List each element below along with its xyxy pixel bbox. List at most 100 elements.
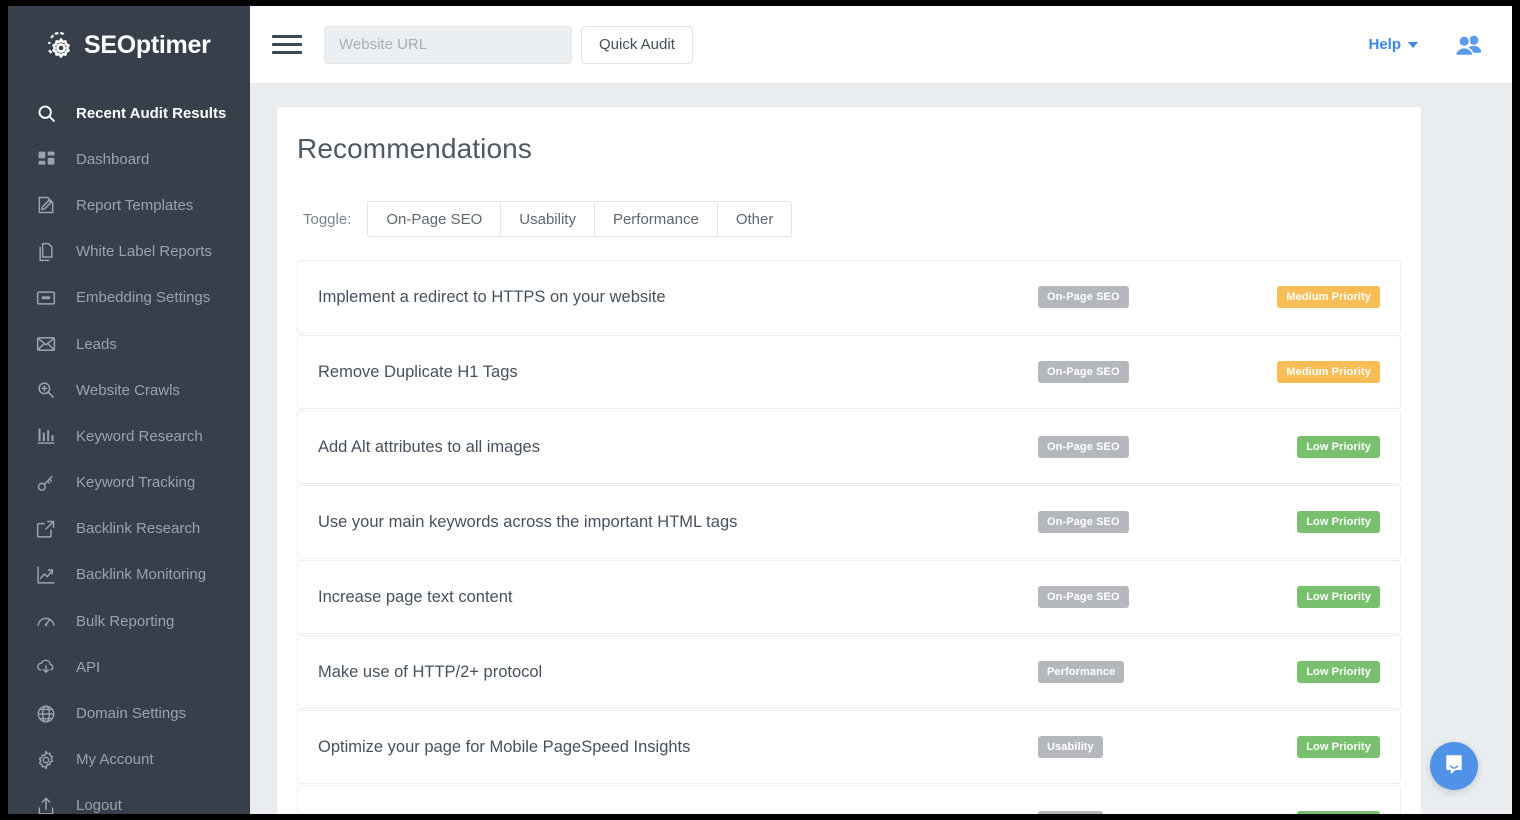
help-label: Help [1368, 36, 1401, 53]
recommendation-row[interactable]: Add Alt attributes to all images On-Page… [297, 410, 1401, 484]
external-link-icon [34, 517, 58, 541]
category-badge: On-Page SEO [1038, 286, 1129, 308]
toggle-other[interactable]: Other [718, 201, 793, 237]
key-icon [34, 471, 58, 495]
app-window: SEOptimer Recent Audit Results Dashboard [8, 6, 1512, 814]
recommendation-row[interactable]: Remove Duplicate H1 Tags On-Page SEO Med… [297, 335, 1401, 409]
edit-document-icon [34, 193, 58, 217]
category-badge: On-Page SEO [1038, 436, 1129, 458]
topbar-right: Help [1368, 33, 1484, 57]
sidebar-item-label: Backlink Research [76, 520, 200, 537]
users-group-icon[interactable] [1454, 33, 1484, 57]
sidebar-item-label: Report Templates [76, 197, 193, 214]
globe-icon [34, 702, 58, 726]
brand[interactable]: SEOptimer [8, 6, 250, 84]
sidebar-item-report-templates[interactable]: Report Templates [8, 182, 250, 228]
sidebar-item-embedding-settings[interactable]: Embedding Settings [8, 275, 250, 321]
toggle-label: Toggle: [283, 211, 351, 228]
embed-box-icon [34, 286, 58, 310]
recommendations-list: Implement a redirect to HTTPS on your we… [277, 260, 1421, 814]
priority-badge: Low Priority [1297, 736, 1380, 758]
sidebar-item-keyword-research[interactable]: Keyword Research [8, 413, 250, 459]
search-plus-icon [34, 378, 58, 402]
gear-icon [34, 748, 58, 772]
sidebar-item-label: Bulk Reporting [76, 613, 174, 630]
recommendation-row[interactable]: Make use of HTTP/2+ protocol Performance… [297, 635, 1401, 709]
sidebar-item-backlink-research[interactable]: Backlink Research [8, 506, 250, 552]
toggle-performance[interactable]: Performance [595, 201, 718, 237]
priority-badge: Low Priority [1297, 661, 1380, 683]
priority-badge: Medium Priority [1277, 361, 1380, 383]
category-badge: On-Page SEO [1038, 586, 1129, 608]
sidebar-item-label: Website Crawls [76, 382, 180, 399]
sidebar-item-label: Logout [76, 797, 122, 814]
recommendation-row[interactable]: Optimize your page for Mobile PageSpeed … [297, 710, 1401, 784]
sidebar-item-label: API [76, 659, 100, 676]
category-badge: On-Page SEO [1038, 361, 1129, 383]
sidebar-item-label: Dashboard [76, 151, 149, 168]
recommendation-row[interactable]: Increase page text content On-Page SEO L… [297, 560, 1401, 634]
sidebar-item-recent-audit-results[interactable]: Recent Audit Results [8, 90, 250, 136]
recommendation-title: Use your main keywords across the import… [318, 513, 1380, 532]
topbar: Quick Audit Help [250, 6, 1512, 84]
recommendation-row[interactable]: Use your main keywords across the import… [297, 485, 1401, 559]
sidebar-item-label: My Account [76, 751, 154, 768]
category-badge: On-Page SEO [1038, 511, 1129, 533]
priority-badge: Low Priority [1297, 436, 1380, 458]
sidebar-item-api[interactable]: API [8, 644, 250, 690]
sidebar: SEOptimer Recent Audit Results Dashboard [8, 6, 250, 814]
brand-name: SEOptimer [84, 31, 211, 60]
sidebar-item-logout[interactable]: Logout [8, 783, 250, 814]
sidebar-item-label: Keyword Tracking [76, 474, 195, 491]
hamburger-bar [272, 51, 302, 54]
recommendation-title: Remove Duplicate H1 Tags [318, 363, 1380, 382]
sidebar-item-my-account[interactable]: My Account [8, 737, 250, 783]
toggle-usability[interactable]: Usability [501, 201, 595, 237]
quick-audit-button[interactable]: Quick Audit [581, 26, 693, 64]
sidebar-item-dashboard[interactable]: Dashboard [8, 136, 250, 182]
chat-launcher-button[interactable] [1430, 742, 1478, 790]
sidebar-item-domain-settings[interactable]: Domain Settings [8, 690, 250, 736]
gear-swap-logo-icon [40, 28, 74, 62]
logout-upload-icon [34, 794, 58, 814]
recommendations-card: Recommendations Toggle: On-Page SEO Usab… [276, 106, 1422, 814]
envelope-icon [34, 332, 58, 356]
chat-bubble-icon [1443, 753, 1465, 780]
toggle-button-group: On-Page SEO Usability Performance Other [367, 201, 792, 237]
priority-badge: Medium Priority [1277, 286, 1380, 308]
main-content: Recommendations Toggle: On-Page SEO Usab… [250, 84, 1512, 814]
cloud-download-icon [34, 655, 58, 679]
line-chart-icon [34, 563, 58, 587]
help-dropdown[interactable]: Help [1368, 36, 1418, 53]
toggle-on-page-seo[interactable]: On-Page SEO [367, 201, 501, 237]
category-badge: Usability [1038, 811, 1103, 814]
dashboard-grid-icon [34, 147, 58, 171]
sidebar-item-label: Recent Audit Results [76, 105, 226, 122]
hamburger-bar [272, 35, 302, 38]
sidebar-item-label: Leads [76, 336, 117, 353]
sidebar-item-leads[interactable]: Leads [8, 321, 250, 367]
hamburger-bar [272, 43, 302, 46]
recommendation-title: Increase page text content [318, 588, 1380, 607]
page-scrollbar[interactable] [1503, 84, 1512, 814]
sidebar-nav: Recent Audit Results Dashboard Report Te… [8, 84, 250, 814]
sidebar-item-label: Backlink Monitoring [76, 566, 206, 583]
search-icon [34, 101, 58, 125]
recommendation-row[interactable]: Implement a redirect to HTTPS on your we… [297, 260, 1401, 334]
priority-badge: Low Priority [1297, 511, 1380, 533]
recommendation-title: Add Alt attributes to all images [318, 438, 1380, 457]
sidebar-item-website-crawls[interactable]: Website Crawls [8, 367, 250, 413]
speedometer-icon [34, 609, 58, 633]
recommendation-title: Implement a redirect to HTTPS on your we… [318, 288, 1380, 307]
sidebar-item-label: Domain Settings [76, 705, 186, 722]
sidebar-item-keyword-tracking[interactable]: Keyword Tracking [8, 460, 250, 506]
recommendation-row[interactable]: Optimize your page for Desktop PageSpeed… [297, 785, 1401, 814]
page-title: Recommendations [277, 133, 1421, 165]
sidebar-item-white-label-reports[interactable]: White Label Reports [8, 229, 250, 275]
sidebar-item-bulk-reporting[interactable]: Bulk Reporting [8, 598, 250, 644]
sidebar-item-label: Embedding Settings [76, 289, 210, 306]
hamburger-icon[interactable] [272, 32, 302, 58]
sidebar-item-backlink-monitoring[interactable]: Backlink Monitoring [8, 552, 250, 598]
website-url-input[interactable] [324, 26, 572, 64]
sidebar-item-label: White Label Reports [76, 243, 212, 260]
